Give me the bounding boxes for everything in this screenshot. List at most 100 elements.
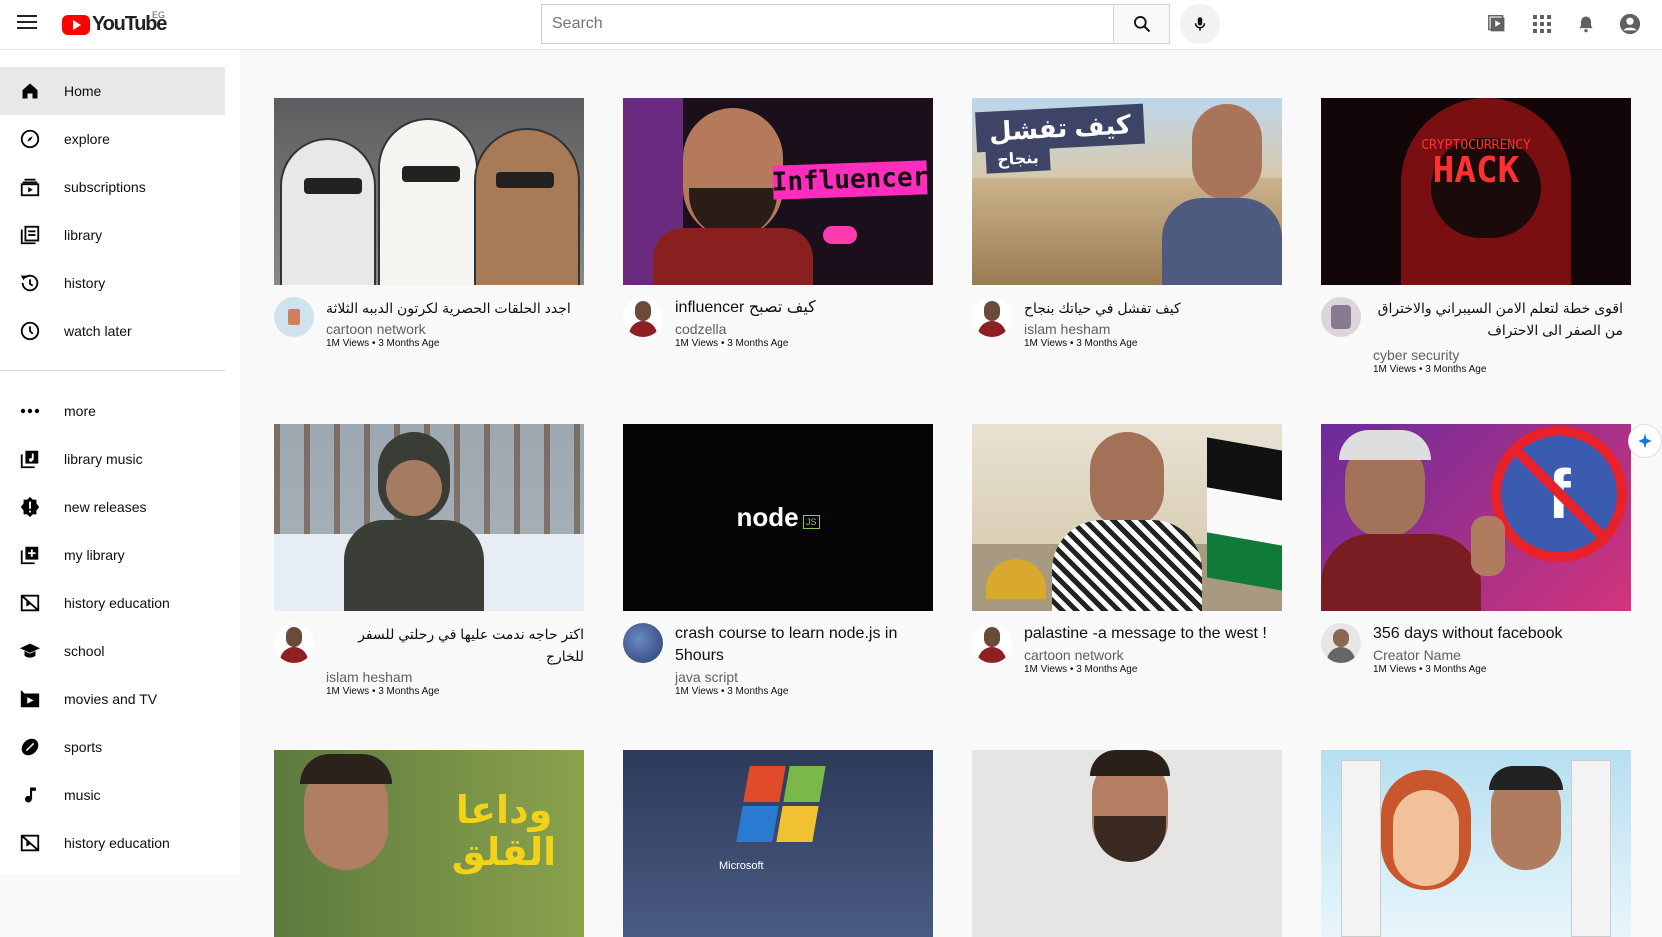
menu-icon[interactable] — [17, 15, 37, 33]
video-title[interactable]: اجدد الحلقات الحصرية لكرتون الدببه الثلا… — [326, 297, 571, 319]
video-stats: 1M Views • 3 Months Age — [1024, 664, 1138, 675]
channel-name[interactable]: islam hesham — [326, 669, 584, 685]
video-card[interactable] — [972, 750, 1282, 937]
video-card[interactable]: palastine -a message to the west ! carto… — [972, 424, 1282, 675]
clock-icon — [18, 319, 42, 343]
video-title[interactable]: crash course to learn node.js in 5hours — [675, 623, 915, 667]
apps-grid-icon[interactable] — [1530, 12, 1554, 36]
channel-name[interactable]: cartoon network — [1024, 647, 1267, 663]
notifications-bell-icon[interactable] — [1574, 12, 1598, 36]
sidebar-item-label: school — [64, 643, 105, 659]
sports-icon — [18, 735, 42, 759]
video-card[interactable]: Microsoft — [623, 750, 933, 937]
video-thumbnail[interactable]: Influencer — [623, 98, 933, 285]
video-title[interactable]: palastine -a message to the west ! — [1024, 623, 1267, 645]
subscriptions-icon — [18, 175, 42, 199]
video-grid: اجدد الحلقات الحصرية لكرتون الدببه الثلا… — [240, 50, 1662, 937]
sidebar-item-movies-tv[interactable]: movies and TV — [0, 675, 225, 723]
video-thumbnail[interactable]: CRYPTOCURRENCY HACK — [1321, 98, 1631, 285]
video-thumbnail[interactable] — [972, 750, 1282, 937]
education-icon — [18, 831, 42, 855]
channel-avatar[interactable] — [972, 623, 1012, 663]
channel-avatar[interactable] — [623, 623, 663, 663]
sidebar-item-history-education[interactable]: history education — [0, 579, 225, 627]
sidebar-item-music[interactable]: music — [0, 771, 225, 819]
video-title[interactable]: كيف تفشل في حياتك بنجاح — [1024, 297, 1181, 319]
video-card[interactable]: node JS crash course to learn node.js in… — [623, 424, 933, 697]
video-card[interactable]: f 356 days without facebook Creator Name… — [1321, 424, 1631, 675]
video-thumbnail[interactable] — [1321, 750, 1631, 937]
thumbnail-text: JS — [803, 514, 820, 529]
account-avatar-icon[interactable] — [1618, 12, 1642, 36]
sidebar-item-subscriptions[interactable]: subscriptions — [0, 163, 225, 211]
video-thumbnail[interactable]: node JS — [623, 424, 933, 611]
school-icon — [18, 639, 42, 663]
channel-name[interactable]: codzella — [675, 321, 816, 337]
channel-avatar[interactable] — [274, 297, 314, 337]
sidebar-item-label: movies and TV — [64, 691, 158, 707]
video-card[interactable]: كيف تفشل بنجاح كيف تفشل في حياتك بنجاح i… — [972, 98, 1282, 349]
channel-name[interactable]: Creator Name — [1373, 647, 1562, 663]
video-thumbnail[interactable]: Microsoft — [623, 750, 933, 937]
sidebar-item-label: explore — [64, 131, 110, 147]
channel-avatar[interactable] — [623, 297, 663, 337]
music-library-icon — [18, 447, 42, 471]
search-input[interactable] — [541, 4, 1113, 44]
video-title[interactable]: 356 days without facebook — [1373, 623, 1562, 645]
channel-avatar[interactable] — [972, 297, 1012, 337]
video-card[interactable]: اكتر حاجه ندمت عليها في رحلتي للسفر للخا… — [274, 424, 584, 697]
sidebar-item-history-education-2[interactable]: history education — [0, 819, 225, 867]
search-button[interactable] — [1113, 4, 1170, 44]
sidebar-item-library-music[interactable]: library music — [0, 435, 225, 483]
sidebar-item-new-releases[interactable]: new releases — [0, 483, 225, 531]
thumbnail-text: HACK — [1432, 150, 1520, 191]
sidebar-item-explore[interactable]: explore — [0, 115, 225, 163]
video-card[interactable]: CRYPTOCURRENCY HACK اقوى خطة لتعلم الامن… — [1321, 98, 1631, 375]
video-thumbnail[interactable]: كيف تفشل بنجاح — [972, 98, 1282, 285]
video-thumbnail[interactable] — [274, 424, 584, 611]
sidebar-item-more[interactable]: more — [0, 387, 225, 435]
youtube-logo[interactable]: YouTube EG — [62, 10, 167, 36]
channel-name[interactable]: cartoon network — [326, 321, 571, 337]
sidebar-item-label: Home — [64, 83, 102, 99]
video-stats: 1M Views • 3 Months Age — [326, 338, 440, 349]
top-bar: YouTube EG — [0, 0, 1662, 50]
video-thumbnail[interactable] — [972, 424, 1282, 611]
sidebar-item-home[interactable]: Home — [0, 67, 225, 115]
assistant-button[interactable] — [1628, 424, 1662, 458]
more-dots-icon — [18, 399, 42, 423]
voice-search-button[interactable] — [1180, 4, 1220, 44]
sidebar-item-sports[interactable]: sports — [0, 723, 225, 771]
video-title[interactable]: اكتر حاجه ندمت عليها في رحلتي للسفر للخا… — [326, 623, 584, 667]
video-stats: 1M Views • 3 Months Age — [326, 686, 440, 697]
video-thumbnail[interactable]: وداعا القلق — [274, 750, 584, 937]
sidebar-item-label: sports — [64, 739, 103, 755]
sidebar-item-library[interactable]: library — [0, 211, 225, 259]
video-card[interactable] — [1321, 750, 1631, 937]
history-icon — [18, 271, 42, 295]
education-icon — [18, 591, 42, 615]
sidebar-item-school[interactable]: school — [0, 627, 225, 675]
sidebar-item-watch-later[interactable]: watch later — [0, 307, 225, 355]
sidebar-item-history[interactable]: history — [0, 259, 225, 307]
channel-name[interactable]: islam hesham — [1024, 321, 1181, 337]
video-thumbnail[interactable]: f — [1321, 424, 1631, 611]
new-releases-icon — [18, 495, 42, 519]
channel-name[interactable]: java script — [675, 669, 915, 685]
channel-name[interactable]: cyber security — [1373, 347, 1623, 363]
video-card[interactable]: اجدد الحلقات الحصرية لكرتون الدببه الثلا… — [274, 98, 584, 349]
video-title[interactable]: اقوى خطة لتعلم الامن السيبراني والاختراق… — [1373, 297, 1623, 341]
search-icon — [1133, 16, 1150, 33]
sidebar-item-label: more — [64, 403, 96, 419]
youtube-play-icon — [62, 14, 90, 35]
video-card[interactable]: وداعا القلق — [274, 750, 584, 937]
sidebar-item-label: watch later — [64, 323, 132, 339]
video-thumbnail[interactable] — [274, 98, 584, 285]
channel-avatar[interactable] — [1321, 623, 1361, 663]
sidebar-item-my-library[interactable]: my library — [0, 531, 225, 579]
video-card[interactable]: Influencer كيف تصبح influencer codzella … — [623, 98, 933, 349]
video-title[interactable]: كيف تصبح influencer — [675, 297, 816, 319]
channel-avatar[interactable] — [1321, 297, 1361, 337]
channel-avatar[interactable] — [274, 623, 314, 663]
create-video-icon[interactable] — [1486, 12, 1510, 36]
